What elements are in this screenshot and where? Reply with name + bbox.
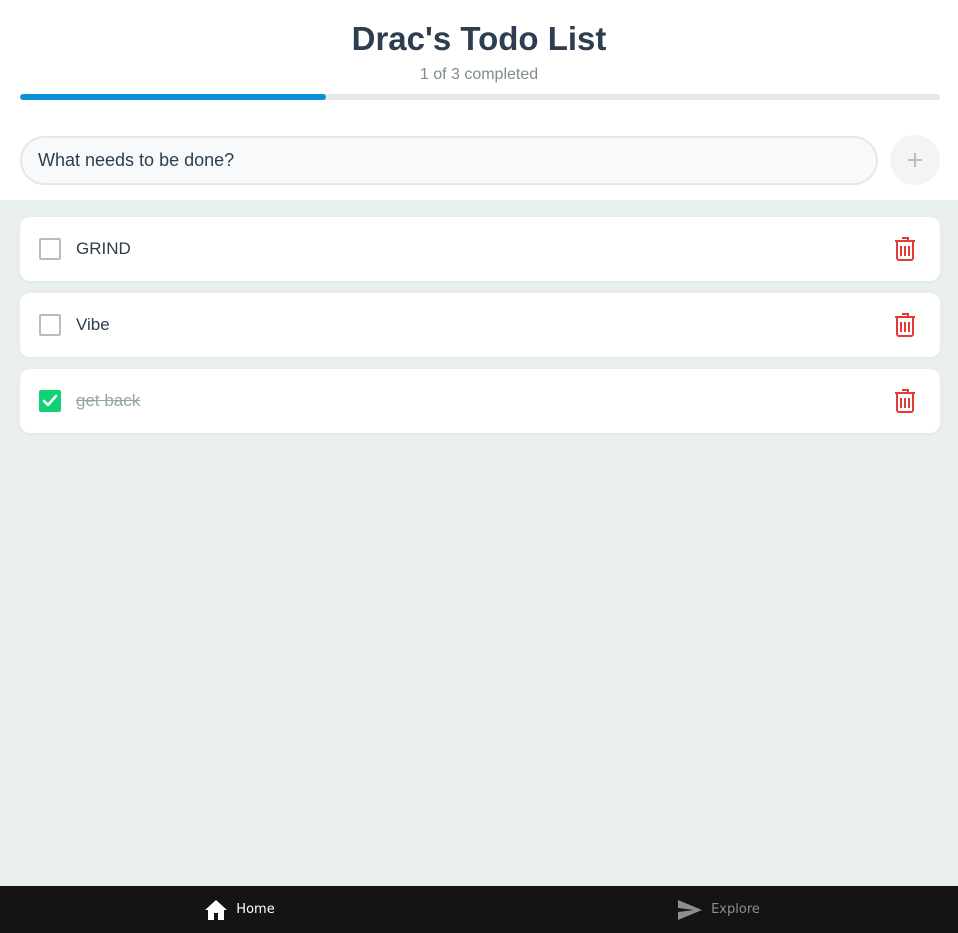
todo-list: GRIND Vibe get back [20,217,940,445]
completion-status: 1 of 3 completed [419,66,539,83]
todo-item: GRIND [20,217,940,281]
send-icon [678,899,703,920]
plus-icon [908,153,922,167]
tab-home[interactable]: Home [0,886,479,933]
progress-fill [20,94,327,100]
trash-icon [895,389,915,413]
todo-text: GRIND [76,239,131,258]
page-title: Drac's Todo List [351,20,607,57]
app: Drac's Todo List 1 of 3 completed GRIND [0,0,958,933]
bottom-tab-bar: Home Explore [0,886,958,933]
todo-checkbox[interactable] [39,314,61,336]
todo-text: Vibe [76,315,110,334]
todo-item: get back [20,369,940,433]
todo-text: get back [76,391,141,410]
header: Drac's Todo List 1 of 3 completed [0,0,958,200]
trash-icon [895,237,915,261]
tab-home-label: Home [236,902,275,917]
delete-todo-button[interactable] [892,312,918,338]
delete-todo-button[interactable] [892,236,918,262]
checkmark-icon [42,394,58,407]
delete-todo-button[interactable] [892,388,918,414]
progress-bar [20,94,940,100]
trash-icon [895,313,915,337]
todo-checkbox[interactable] [39,238,61,260]
home-icon [205,899,228,920]
new-todo-input[interactable] [20,136,878,185]
add-todo-button[interactable] [890,135,940,185]
todo-item: Vibe [20,293,940,357]
tab-explore[interactable]: Explore [479,886,958,933]
tab-explore-label: Explore [711,902,760,917]
todo-checkbox[interactable] [39,390,61,412]
